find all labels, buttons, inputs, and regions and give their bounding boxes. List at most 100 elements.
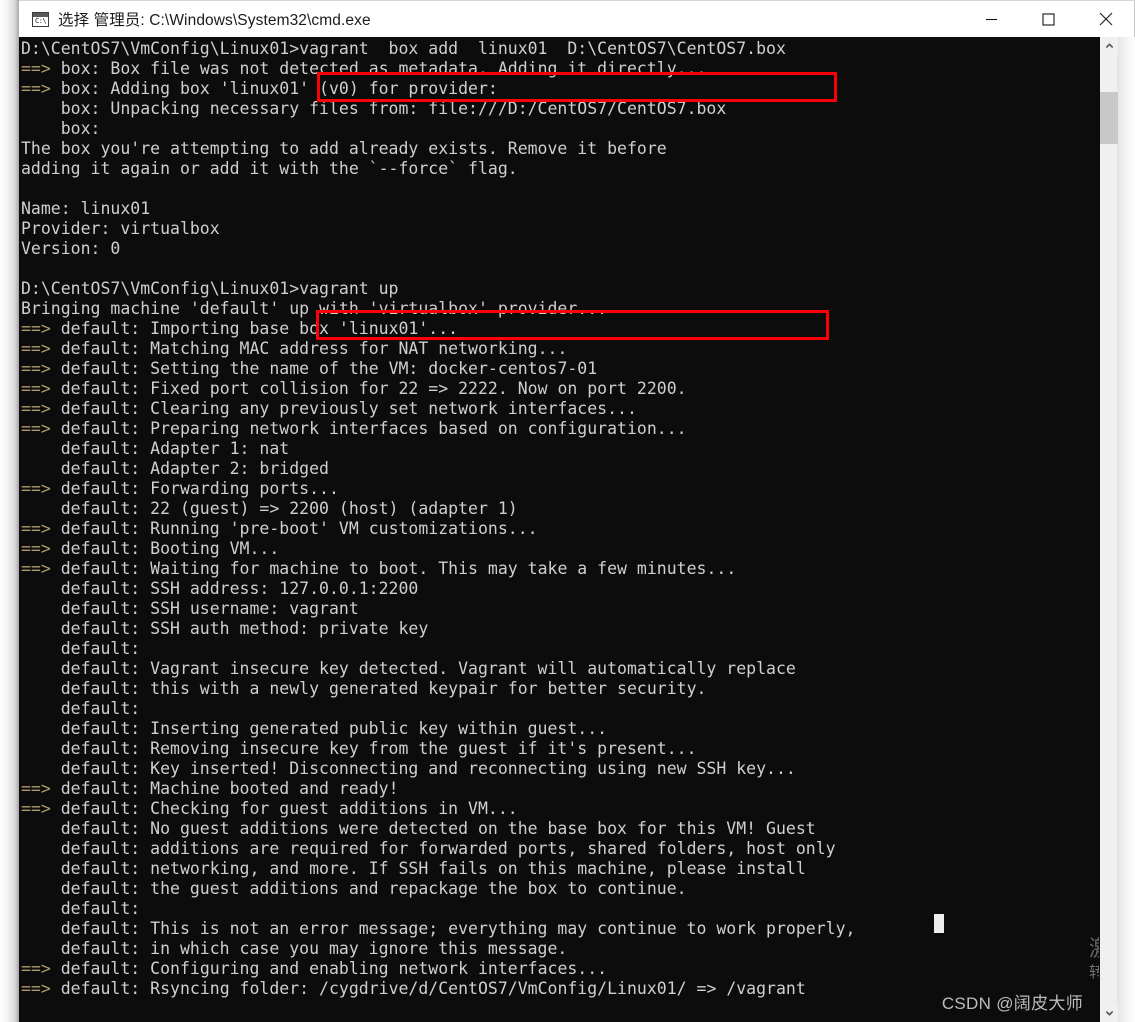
terminal-line-text: default: in which case you may ignore th… [21, 939, 568, 958]
terminal-line-arrow: ==> [21, 799, 51, 818]
terminal-line-text: default: SSH address: 127.0.0.1:2200 [21, 579, 419, 598]
terminal-line: adding it again or add it with the `--fo… [20, 159, 1098, 179]
scrollbar-down-button[interactable] [1100, 1004, 1118, 1022]
terminal-line: ==> default: Clearing any previously set… [20, 399, 1098, 419]
terminal-line-text: default: Fixed port collision for 22 => … [50, 379, 687, 398]
terminal-line: ==> default: Setting the name of the VM:… [20, 359, 1098, 379]
window-right-edge [1117, 37, 1135, 1022]
terminal-line-arrow: ==> [21, 779, 51, 798]
terminal-line: box: [20, 119, 1098, 139]
minimize-button[interactable] [963, 1, 1020, 38]
terminal-line-text: default: Running 'pre-boot' VM customiza… [50, 519, 538, 538]
terminal-line-arrow: ==> [21, 79, 51, 98]
terminal-line: default: in which case you may ignore th… [20, 939, 1098, 959]
terminal-line: ==> default: Importing base box 'linux01… [20, 319, 1098, 339]
terminal-body[interactable]: D:\CentOS7\VmConfig\Linux01>vagrant box … [19, 37, 1135, 1022]
terminal-line-text: default: networking, and more. If SSH fa… [21, 859, 806, 878]
terminal-line: The box you're attempting to add already… [20, 139, 1098, 159]
window-titlebar[interactable]: C:\ 选择 管理员: C:\Windows\System32\cmd.exe [19, 0, 1135, 37]
terminal-line: Bringing machine 'default' up with 'virt… [20, 299, 1098, 319]
terminal-line-text: default: Booting VM... [50, 539, 280, 558]
terminal-line: default: SSH auth method: private key [20, 619, 1098, 639]
terminal-line-arrow: ==> [21, 339, 51, 358]
cmd-icon: C:\ [32, 11, 49, 27]
terminal-line: default: this with a newly generated key… [20, 679, 1098, 699]
maximize-button[interactable] [1020, 1, 1077, 38]
terminal-line-text: default: Machine booted and ready! [50, 779, 399, 798]
scrollbar-thumb[interactable] [1100, 92, 1118, 144]
terminal-line-text: default: This is not an error message; e… [21, 919, 856, 938]
terminal-line: default: Removing insecure key from the … [20, 739, 1098, 759]
terminal-line-text: D:\CentOS7\VmConfig\Linux01>vagrant up [21, 279, 399, 298]
terminal-line: default: SSH address: 127.0.0.1:2200 [20, 579, 1098, 599]
terminal-line-text: default: Matching MAC address for NAT ne… [50, 339, 568, 358]
terminal-line: ==> default: Fixed port collision for 22… [20, 379, 1098, 399]
terminal-line: default: Vagrant insecure key detected. … [20, 659, 1098, 679]
terminal-line: default: 22 (guest) => 2200 (host) (adap… [20, 499, 1098, 519]
terminal-line: default: Adapter 2: bridged [20, 459, 1098, 479]
terminal-line-text: Version: 0 [21, 239, 121, 258]
terminal-line-text: default: SSH username: vagrant [21, 599, 359, 618]
terminal-line: ==> default: Checking for guest addition… [20, 799, 1098, 819]
terminal-line: ==> default: Booting VM... [20, 539, 1098, 559]
terminal-line-text: default: this with a newly generated key… [21, 679, 707, 698]
chevron-up-icon [1105, 43, 1113, 49]
terminal-line-text: D:\CentOS7\VmConfig\Linux01>vagrant box … [21, 39, 786, 58]
terminal-line: ==> box: Adding box 'linux01' (v0) for p… [20, 79, 1098, 99]
terminal-line: ==> default: Configuring and enabling ne… [20, 959, 1098, 979]
terminal-line-text: default: Removing insecure key from the … [21, 739, 697, 758]
terminal-line: D:\CentOS7\VmConfig\Linux01>vagrant up [20, 279, 1098, 299]
terminal-line: ==> default: Running 'pre-boot' VM custo… [20, 519, 1098, 539]
terminal-line-text: default: [21, 639, 141, 658]
terminal-line-text: default: Configuring and enabling networ… [50, 959, 608, 978]
terminal-line-text: default: Setting the name of the VM: doc… [50, 359, 598, 378]
terminal-line: ==> default: Machine booted and ready! [20, 779, 1098, 799]
terminal-line-text: default: Forwarding ports... [50, 479, 339, 498]
terminal-line-arrow: ==> [21, 59, 51, 78]
close-button[interactable] [1077, 1, 1134, 38]
terminal-line: default: the guest additions and repacka… [20, 879, 1098, 899]
window-left-shadow [0, 0, 19, 1022]
terminal-line: ==> default: Rsyncing folder: /cygdrive/… [20, 979, 1098, 999]
terminal-line-text: default: SSH auth method: private key [21, 619, 429, 638]
terminal-line-text: default: No guest additions were detecte… [21, 819, 816, 838]
terminal-line: ==> default: Forwarding ports... [20, 479, 1098, 499]
terminal-line-arrow: ==> [21, 959, 51, 978]
scrollbar-up-button[interactable] [1100, 37, 1118, 55]
terminal-line-arrow: ==> [21, 359, 51, 378]
terminal-line-text: default: [21, 699, 141, 718]
terminal-line-arrow: ==> [21, 979, 51, 998]
terminal-line-text: default: the guest additions and repacka… [21, 879, 687, 898]
titlebar-left: C:\ 选择 管理员: C:\Windows\System32\cmd.exe [19, 8, 963, 30]
terminal-line-text: default: Waiting for machine to boot. Th… [50, 559, 737, 578]
terminal-line-arrow: ==> [21, 399, 51, 418]
terminal-line-text: default: additions are required for forw… [21, 839, 836, 858]
terminal-line-arrow: ==> [21, 379, 51, 398]
terminal-line-text: default: Adapter 2: bridged [21, 459, 329, 478]
terminal-line-text: The box you're attempting to add already… [21, 139, 667, 158]
terminal-line: default: Key inserted! Disconnecting and… [20, 759, 1098, 779]
terminal-line: ==> default: Preparing network interface… [20, 419, 1098, 439]
terminal-line-arrow: ==> [21, 419, 51, 438]
maximize-icon [1042, 12, 1055, 26]
terminal-line-arrow: ==> [21, 479, 51, 498]
terminal-line: ==> default: Waiting for machine to boot… [20, 559, 1098, 579]
terminal-line-text: Bringing machine 'default' up with 'virt… [21, 299, 608, 318]
terminal-line-text: adding it again or add it with the `--fo… [21, 159, 518, 178]
terminal-line-text: default: Checking for guest additions in… [50, 799, 518, 818]
terminal-line: Version: 0 [20, 239, 1098, 259]
terminal-line: default: [20, 639, 1098, 659]
terminal-line-arrow: ==> [21, 559, 51, 578]
terminal-scrollbar[interactable] [1099, 37, 1118, 1022]
terminal-line: default: additions are required for forw… [20, 839, 1098, 859]
terminal-line-text: default: [21, 899, 141, 918]
terminal-line: box: Unpacking necessary files from: fil… [20, 99, 1098, 119]
close-icon [1099, 12, 1112, 26]
terminal-line-arrow: ==> [21, 539, 51, 558]
terminal-line-text: default: Rsyncing folder: /cygdrive/d/Ce… [50, 979, 806, 998]
terminal-line-text: box: Adding box 'linux01' (v0) for provi… [50, 79, 498, 98]
terminal-line-arrow: ==> [21, 319, 51, 338]
terminal-line: default: SSH username: vagrant [20, 599, 1098, 619]
